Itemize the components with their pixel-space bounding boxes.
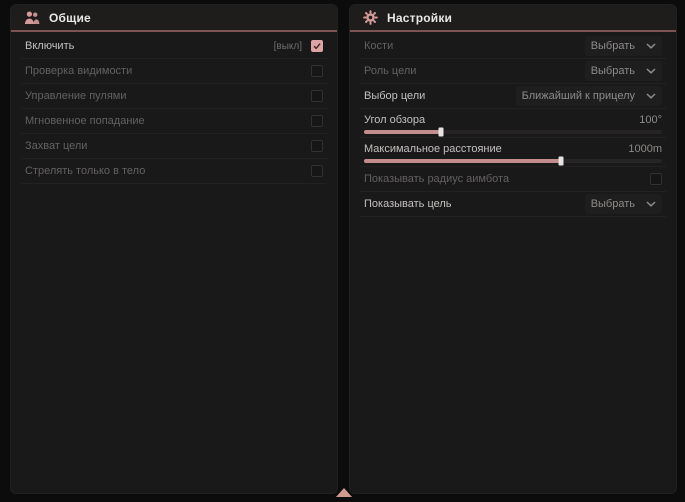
panel-title: Общие: [49, 11, 91, 25]
dropdown[interactable]: Ближайший к прицелу: [516, 86, 662, 106]
gear-icon: [363, 10, 378, 25]
row-label: Показывать радиус аимбота: [364, 173, 650, 185]
slider-value: 100°: [639, 114, 662, 126]
chevron-down-icon: [646, 201, 656, 207]
row-label: Угол обзора: [364, 114, 639, 126]
checkbox[interactable]: [311, 165, 323, 177]
checkbox[interactable]: [311, 140, 323, 152]
checkbox[interactable]: [311, 90, 323, 102]
slider-handle[interactable]: [558, 157, 563, 166]
checkmark-icon: [312, 41, 322, 51]
settings-row: Захват цели: [21, 134, 327, 159]
slider[interactable]: [364, 130, 662, 134]
dropdown[interactable]: Выбрать: [585, 61, 662, 81]
row-label: Мгновенное попадание: [25, 115, 311, 127]
checkbox[interactable]: [311, 65, 323, 77]
row-label: Управление пулями: [25, 90, 311, 102]
slider[interactable]: [364, 159, 662, 163]
checkbox[interactable]: [311, 115, 323, 127]
settings-row: Выбор цели Ближайший к прицелу: [360, 84, 666, 109]
checkbox[interactable]: [311, 40, 323, 52]
settings-row: Проверка видимости: [21, 59, 327, 84]
panel-title: Настройки: [387, 11, 452, 25]
slider-fill: [364, 130, 441, 134]
slider-fill: [364, 159, 561, 163]
dropdown[interactable]: Выбрать: [585, 194, 662, 214]
dropdown-value: Выбрать: [591, 198, 635, 210]
dropdown-value: Ближайший к прицелу: [522, 90, 635, 102]
panel-settings-rows: Кости Выбрать Роль цели Выбрать Выбор цели Бл…: [350, 32, 676, 217]
chevron-down-icon: [646, 43, 656, 49]
row-label: Проверка видимости: [25, 65, 311, 77]
keybind-hint: [выкл]: [274, 41, 302, 52]
row-label: Стрелять только в тело: [25, 165, 311, 177]
panel-settings-header: Настройки: [350, 5, 676, 32]
settings-row: Максимальное расстояние1000m: [360, 138, 666, 167]
checkbox[interactable]: [650, 173, 662, 185]
row-label: Выбор цели: [364, 90, 516, 102]
row-label: Захват цели: [25, 140, 311, 152]
settings-row: Кости Выбрать: [360, 34, 666, 59]
settings-row: Стрелять только в тело: [21, 159, 327, 184]
dropdown-value: Выбрать: [591, 40, 635, 52]
settings-row: Управление пулями: [21, 84, 327, 109]
slider-row-top: Максимальное расстояние1000m: [364, 143, 662, 155]
panel-settings: Настройки Кости Выбрать Роль цели Выбрать Вы…: [349, 4, 677, 494]
settings-row: Включить[выкл]: [21, 34, 327, 59]
settings-row: Роль цели Выбрать: [360, 59, 666, 84]
settings-row: Показывать цель Выбрать: [360, 192, 666, 217]
settings-row: Показывать радиус аимбота: [360, 167, 666, 192]
row-label: Включить: [25, 40, 274, 52]
settings-row: Угол обзора100°: [360, 109, 666, 138]
chevron-down-icon: [646, 68, 656, 74]
chevron-up-icon[interactable]: [336, 488, 352, 497]
panel-general: Общие Включить[выкл] Проверка видимости Уп…: [10, 4, 338, 494]
panel-general-rows: Включить[выкл] Проверка видимости Управлен…: [11, 32, 337, 184]
slider-value: 1000m: [628, 143, 662, 155]
slider-row-top: Угол обзора100°: [364, 114, 662, 126]
slider-handle[interactable]: [439, 128, 444, 137]
panel-general-header: Общие: [11, 5, 337, 32]
dropdown-value: Выбрать: [591, 65, 635, 77]
row-label: Кости: [364, 40, 585, 52]
row-label: Показывать цель: [364, 198, 585, 210]
chevron-down-icon: [646, 93, 656, 99]
row-label: Роль цели: [364, 65, 585, 77]
row-label: Максимальное расстояние: [364, 143, 628, 155]
users-icon: [24, 11, 40, 25]
dropdown[interactable]: Выбрать: [585, 36, 662, 56]
settings-row: Мгновенное попадание: [21, 109, 327, 134]
